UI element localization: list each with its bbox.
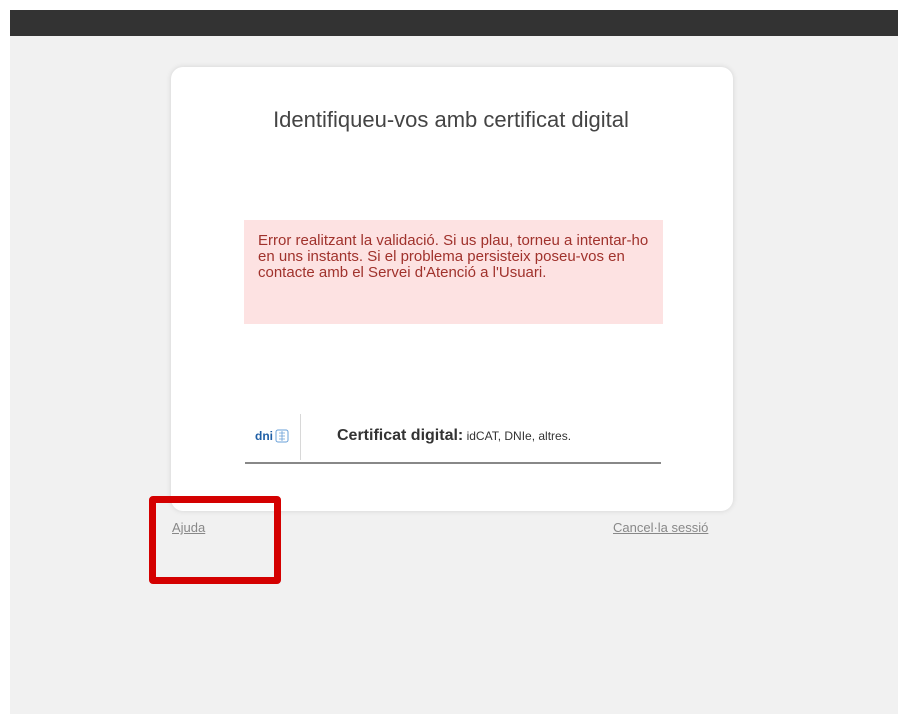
dni-logo: dni xyxy=(255,426,299,446)
error-alert: Error realitzant la validació. Si us pla… xyxy=(244,220,663,324)
certificate-login-button[interactable]: dni Certificat digital: idCAT, DNIe, alt… xyxy=(245,412,661,464)
certificate-label-strong: Certificat digital: xyxy=(337,427,464,444)
highlight-annotation-box xyxy=(149,496,281,584)
top-bar xyxy=(10,10,898,36)
dnie-chip-icon xyxy=(275,429,289,443)
browser-viewport: Identifiqueu-vos amb certificat digital … xyxy=(10,10,898,714)
cancel-session-link[interactable]: Cancel·la sessió xyxy=(613,520,708,535)
certificate-label-detail: idCAT, DNIe, altres. xyxy=(463,429,572,443)
error-message: Error realitzant la validació. Si us pla… xyxy=(258,232,649,281)
login-card: Identifiqueu-vos amb certificat digital … xyxy=(171,67,733,511)
dni-logo-text: dni xyxy=(255,429,273,443)
certificate-divider xyxy=(300,414,301,460)
certificate-label: Certificat digital: idCAT, DNIe, altres. xyxy=(337,427,571,445)
page-title: Identifiqueu-vos amb certificat digital xyxy=(273,107,629,132)
